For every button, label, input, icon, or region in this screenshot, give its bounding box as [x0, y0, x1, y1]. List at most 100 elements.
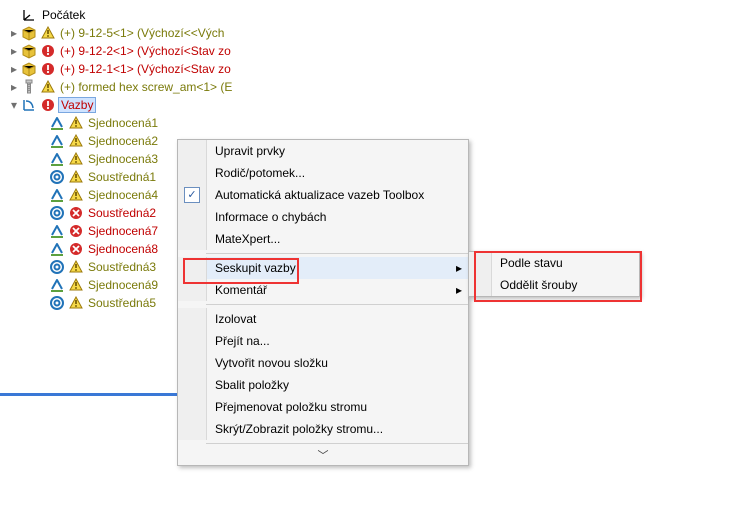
part-icon [20, 24, 38, 42]
menu-item[interactable]: Informace o chybách [178, 206, 468, 228]
menu-item[interactable]: Seskupit vazby▸ [178, 257, 468, 279]
expand-icon[interactable]: ▸ [8, 45, 20, 57]
menu-item[interactable]: Přejít na... [178, 330, 468, 352]
mate-label: Sjednocená9 [84, 278, 158, 292]
menu-gutter [469, 252, 492, 274]
tree-mates[interactable]: ▾ Vazby [8, 96, 750, 114]
menu-gutter [178, 257, 207, 279]
menu-item[interactable]: Rodič/potomek... [178, 162, 468, 184]
menu-item-label: Automatická aktualizace vazeb Toolbox [207, 188, 468, 202]
checkbox-checked-icon: ✓ [184, 187, 200, 203]
menu-item-label: Rodič/potomek... [207, 166, 468, 180]
mate-label: Soustředná1 [84, 170, 156, 184]
menu-item-label: Skrýt/Zobrazit položky stromu... [207, 422, 468, 436]
tree-label: (+) formed hex screw_am<1> (E [56, 80, 232, 94]
concentric-icon [48, 168, 66, 186]
coincident-icon [48, 240, 66, 258]
app-root: ▸ Počátek ▸ (+) 9-12-5<1> (Výchozí<<Vých… [0, 0, 750, 517]
tree-item[interactable]: ▸ (+) 9-12-5<1> (Výchozí<<Vých [8, 24, 750, 42]
part-icon [20, 60, 38, 78]
menu-gutter [178, 279, 207, 301]
mate-label: Sjednocená1 [84, 116, 158, 130]
menu-item-label: Vytvořit novou složku [207, 356, 468, 370]
submenu-arrow-icon: ▸ [450, 261, 468, 275]
tree-label: (+) 9-12-5<1> (Výchozí<<Vých [56, 26, 224, 40]
menu-gutter [178, 228, 207, 250]
menu-item[interactable]: Přejmenovat položku stromu [178, 396, 468, 418]
tree-item[interactable]: ▸ (+) 9-12-2<1> (Výchozí<Stav zo [8, 42, 750, 60]
concentric-icon [48, 258, 66, 276]
menu-gutter [178, 330, 207, 352]
menu-gutter [178, 396, 207, 418]
tree-item[interactable]: ▸ (+) 9-12-1<1> (Výchozí<Stav zo [8, 60, 750, 78]
menu-item[interactable]: MateXpert... [178, 228, 468, 250]
warning-icon [68, 151, 84, 167]
concentric-icon [48, 204, 66, 222]
menu-expand-icon[interactable]: ﹀ [178, 447, 468, 465]
menu-item-label: Přejít na... [207, 334, 468, 348]
mate-label: Sjednocená4 [84, 188, 158, 202]
concentric-icon [48, 294, 66, 312]
part-icon [20, 42, 38, 60]
expand-icon[interactable]: ▸ [8, 81, 20, 93]
mate-label: Soustředná5 [84, 296, 156, 310]
menu-gutter [178, 308, 207, 330]
menu-item[interactable]: Skrýt/Zobrazit položky stromu... [178, 418, 468, 440]
menu-item-label: Informace o chybách [207, 210, 468, 224]
mate-label: Sjednocená3 [84, 152, 158, 166]
menu-item-label: Přejmenovat položku stromu [207, 400, 468, 414]
collapse-icon[interactable]: ▾ [8, 99, 20, 111]
mate-label: Sjednocená7 [84, 224, 158, 238]
menu-gutter [178, 162, 207, 184]
menu-item[interactable]: Komentář▸ [178, 279, 468, 301]
menu-separator [206, 253, 468, 254]
menu-gutter: ✓ [178, 184, 207, 206]
menu-item-label: Upravit prvky [207, 144, 468, 158]
menu-item-label: Seskupit vazby [207, 261, 450, 275]
tree-item[interactable]: ▸ (+) formed hex screw_am<1> (E [8, 78, 750, 96]
warning-icon [68, 169, 84, 185]
menu-item-label: Sbalit položky [207, 378, 468, 392]
warning-icon [40, 25, 56, 41]
menu-gutter [178, 418, 207, 440]
warning-icon [40, 79, 56, 95]
error-icon [40, 43, 56, 59]
menu-item[interactable]: ✓ Automatická aktualizace vazeb Toolbox [178, 184, 468, 206]
origin-icon [20, 6, 38, 24]
screw-icon [20, 78, 38, 96]
error-icon [68, 223, 84, 239]
error-icon [68, 205, 84, 221]
submenu-item-label: Podle stavu [492, 256, 563, 270]
context-submenu: Podle stavu Oddělit šrouby [468, 251, 640, 297]
coincident-icon [48, 150, 66, 168]
tree-label: Počátek [38, 8, 85, 22]
error-icon [40, 97, 56, 113]
expand-icon[interactable]: ▸ [8, 63, 20, 75]
menu-item[interactable]: Sbalit položky [178, 374, 468, 396]
submenu-item[interactable]: Oddělit šrouby [469, 274, 639, 296]
coincident-icon [48, 132, 66, 150]
warning-icon [68, 115, 84, 131]
error-icon [68, 241, 84, 257]
menu-item[interactable]: Vytvořit novou složku [178, 352, 468, 374]
mate-label: Sjednocená8 [84, 242, 158, 256]
coincident-icon [48, 186, 66, 204]
coincident-icon [48, 114, 66, 132]
submenu-item[interactable]: Podle stavu [469, 252, 639, 274]
warning-icon [68, 187, 84, 203]
menu-item-label: Komentář [207, 283, 450, 297]
tree-label: (+) 9-12-1<1> (Výchozí<Stav zo [56, 62, 231, 76]
error-icon [40, 61, 56, 77]
menu-gutter [178, 352, 207, 374]
submenu-item-label: Oddělit šrouby [492, 278, 577, 292]
warning-icon [68, 133, 84, 149]
expand-icon[interactable]: ▸ [8, 27, 20, 39]
menu-separator [206, 304, 468, 305]
menu-gutter [469, 274, 492, 296]
menu-item-label: MateXpert... [207, 232, 468, 246]
mate-item[interactable]: Sjednocená1 [48, 114, 750, 132]
tree-origin[interactable]: ▸ Počátek [8, 6, 750, 24]
menu-item[interactable]: Izolovat [178, 308, 468, 330]
menu-item[interactable]: Upravit prvky [178, 140, 468, 162]
menu-item-label: Izolovat [207, 312, 468, 326]
